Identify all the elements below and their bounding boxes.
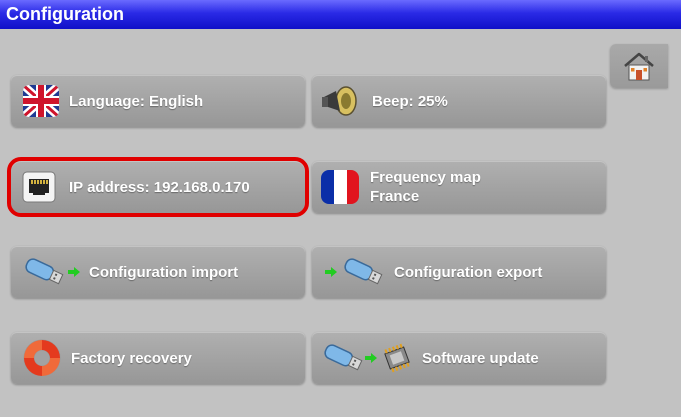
usb-stick-icon [344, 258, 383, 285]
config-export-label: Configuration export [394, 263, 543, 281]
home-button[interactable] [610, 44, 668, 88]
factory-recovery-button[interactable]: Factory recovery [11, 332, 305, 384]
language-label: Language: English [69, 92, 204, 110]
config-import-button[interactable]: Configuration import [11, 246, 305, 298]
frequency-map-country: France [370, 188, 420, 205]
ethernet-port-icon [22, 171, 56, 203]
chip-icon [384, 343, 410, 373]
green-arrow-icon [68, 267, 80, 277]
uk-flag-icon [23, 85, 59, 117]
title-bar: Configuration [0, 0, 681, 29]
green-arrow-icon [365, 353, 377, 363]
ip-address-label: IP address: 192.168.0.170 [69, 178, 250, 196]
ip-address-button[interactable]: IP address: 192.168.0.170 [7, 157, 309, 217]
beep-label: Beep: 25% [372, 92, 448, 110]
green-arrow-icon [325, 267, 337, 277]
frequency-map-button[interactable]: Frequency map France [312, 161, 606, 213]
window-title: Configuration [6, 4, 124, 24]
usb-stick-icon [324, 344, 363, 371]
software-update-button[interactable]: Software update [312, 332, 606, 384]
usb-stick-icon [25, 258, 64, 285]
france-flag-icon [321, 170, 359, 204]
software-update-label: Software update [422, 349, 539, 367]
config-export-button[interactable]: Configuration export [312, 246, 606, 298]
frequency-map-label: Frequency map France [370, 168, 481, 206]
config-import-label: Configuration import [89, 263, 239, 281]
factory-recovery-label: Factory recovery [71, 349, 192, 367]
beep-button[interactable]: Beep: 25% [312, 75, 606, 127]
speaker-icon [322, 86, 357, 116]
home-icon [624, 52, 654, 81]
language-button[interactable]: Language: English [11, 75, 305, 127]
frequency-map-title: Frequency map [370, 169, 481, 186]
lifebuoy-icon [23, 339, 61, 377]
